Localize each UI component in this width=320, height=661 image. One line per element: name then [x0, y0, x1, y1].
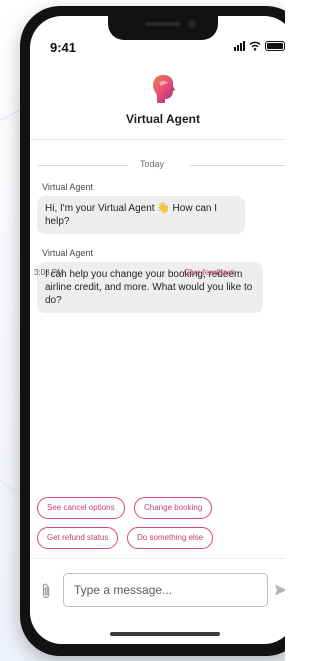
speaker-grille	[146, 22, 180, 26]
status-time: 9:41	[50, 40, 77, 55]
agent-message-bubble: Hi, I'm your Virtual Agent 👋 How can I h…	[37, 196, 245, 234]
phone-notch	[108, 16, 218, 40]
message-timestamp: 3:03 PM	[34, 268, 64, 277]
message-sender: Virtual Agent	[42, 248, 93, 258]
message-sender: Virtual Agent	[42, 182, 93, 192]
send-icon[interactable]	[274, 583, 285, 597]
header-title: Virtual Agent	[125, 112, 200, 126]
date-divider-label: Today	[140, 159, 165, 169]
date-divider: Today	[30, 158, 285, 172]
virtual-agent-avatar-icon	[153, 75, 175, 103]
front-camera	[188, 20, 196, 28]
quick-reply-change-booking[interactable]: Change booking	[134, 497, 213, 519]
cellular-signal-icon	[234, 41, 245, 51]
chat-header: Virtual Agent	[30, 74, 285, 140]
message-input[interactable]	[64, 574, 267, 606]
page-background: 9:41 Virtual Agent Today Virtual Agent H…	[0, 0, 285, 661]
wifi-icon	[249, 41, 261, 51]
quick-reply-see-cancel-options[interactable]: See cancel options	[37, 497, 125, 519]
give-feedback-link[interactable]: Give feedback	[184, 268, 235, 277]
message-input-container	[63, 573, 268, 607]
chat-screen: 9:41 Virtual Agent Today Virtual Agent H…	[30, 16, 285, 644]
battery-icon	[265, 41, 285, 51]
paperclip-icon[interactable]	[40, 582, 52, 600]
composer-divider	[30, 558, 285, 559]
quick-reply-do-something-else[interactable]: Do something else	[127, 527, 214, 549]
quick-reply-get-refund-status[interactable]: Get refund status	[37, 527, 119, 549]
home-indicator	[110, 632, 220, 636]
phone-frame: 9:41 Virtual Agent Today Virtual Agent H…	[20, 6, 285, 656]
status-icons	[234, 41, 285, 51]
